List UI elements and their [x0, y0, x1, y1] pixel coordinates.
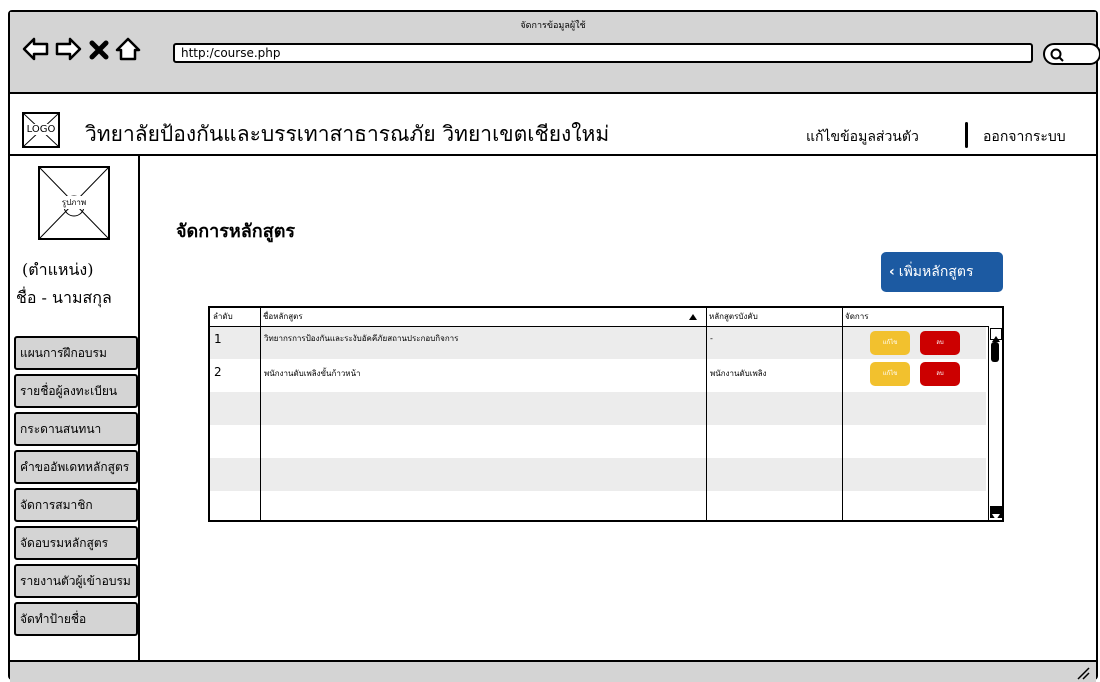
profile-image-placeholder: รูปภาพ [38, 166, 110, 240]
edit-profile-link[interactable]: แก้ไขข้อมูลส่วนตัว [806, 126, 919, 148]
sidebar-item-manage-members[interactable]: จัดการสมาชิก [14, 488, 138, 522]
cell-prerequisite: - [710, 334, 713, 343]
add-course-label: เพิ่มหลักสูตร [898, 264, 974, 280]
resize-grip-icon[interactable] [1076, 666, 1090, 680]
delete-button[interactable]: ลบ [920, 362, 960, 386]
profile-image-label: รูปภาพ [58, 196, 90, 209]
sidebar: รูปภาพ (ตำแหน่ง) ชื่อ - นามสกุล แผนการฝึ… [10, 156, 140, 660]
logo-text: LOGO [26, 124, 56, 135]
cell-course-name: วิทยากรการป้องกันและระงับอัคคีภัยสถานประ… [264, 334, 459, 343]
url-bar[interactable]: http:/course.php [173, 43, 1033, 63]
sidebar-item-training-plan[interactable]: แผนการฝึกอบรม [14, 336, 138, 370]
search-icon [1050, 48, 1064, 62]
sort-ascending-icon[interactable] [688, 313, 698, 321]
table-row[interactable]: 1 วิทยากรการป้องกันและระงับอัคคีภัยสถานป… [210, 326, 986, 359]
cell-order: 1 [214, 332, 222, 346]
status-bar [10, 660, 1096, 682]
header-divider [965, 122, 968, 148]
home-icon[interactable] [114, 36, 141, 62]
sidebar-item-organize-training[interactable]: จัดอบรมหลักสูตร [14, 526, 138, 560]
scroll-thumb[interactable] [991, 342, 999, 362]
sidebar-item-course-update-requests[interactable]: คำขออัพเดทหลักสูตร [14, 450, 138, 484]
sidebar-item-discussion-board[interactable]: กระดานสนทนา [14, 412, 138, 446]
row-stripe [210, 458, 986, 491]
search-field[interactable] [1043, 43, 1100, 65]
chevron-left-icon: ‹ [889, 264, 895, 280]
user-position: (ตำแหน่ง) [22, 260, 94, 279]
sidebar-item-attendee-checkin[interactable]: รายงานตัวผู้เข้าอบรม [14, 564, 138, 598]
add-course-button[interactable]: ‹ เพิ่มหลักสูตร [881, 252, 1003, 292]
course-table: ลำดับ ชื่อหลักสูตร หลักสูตรบังคับ จัดการ… [208, 306, 1004, 522]
row-stripe [210, 392, 986, 425]
page-title: จัดการหลักสูตร [176, 221, 296, 242]
back-arrow-icon[interactable] [22, 36, 49, 62]
browser-toolbar: จัดการข้อมูลผู้ใช้ http:/course.php [10, 12, 1100, 94]
header-course-name[interactable]: ชื่อหลักสูตร [260, 308, 706, 326]
header-prerequisite[interactable]: หลักสูตรบังคับ [706, 308, 842, 326]
logout-link[interactable]: ออกจากระบบ [983, 126, 1066, 148]
window-title: จัดการข้อมูลผู้ใช้ [520, 21, 586, 31]
sidebar-item-registrants[interactable]: รายชื่อผู้ลงทะเบียน [14, 374, 138, 408]
header-manage[interactable]: จัดการ [842, 308, 988, 326]
sidebar-menu: แผนการฝึกอบรม รายชื่อผู้ลงทะเบียน กระดาน… [14, 336, 138, 640]
edit-button[interactable]: แก้ไข [870, 331, 910, 355]
close-icon[interactable] [88, 36, 114, 62]
header-order[interactable]: ลำดับ [210, 308, 260, 326]
forward-arrow-icon[interactable] [54, 36, 82, 62]
cell-order: 2 [214, 365, 222, 379]
edit-button[interactable]: แก้ไข [870, 362, 910, 386]
sidebar-item-name-tags[interactable]: จัดทำป้ายชื่อ [14, 602, 138, 636]
table-scrollbar[interactable] [988, 326, 1002, 520]
cell-course-name: พนักงานดับเพลิงขั้นก้าวหน้า [264, 369, 361, 378]
table-header: ลำดับ ชื่อหลักสูตร หลักสูตรบังคับ จัดการ [210, 308, 1002, 327]
user-name: ชื่อ - นามสกุล [16, 288, 112, 307]
browser-window: จัดการข้อมูลผู้ใช้ http:/course.php LOGO… [8, 10, 1100, 682]
college-name: วิทยาลัยป้องกันและบรรเทาสาธารณภัย วิทยาเ… [85, 122, 610, 146]
delete-button[interactable]: ลบ [920, 331, 960, 355]
cell-prerequisite: พนักงานดับเพลิง [710, 369, 767, 378]
scroll-down-arrow-icon[interactable] [990, 506, 1002, 520]
table-row[interactable]: 2 พนักงานดับเพลิงขั้นก้าวหน้า พนักงานดับ… [210, 359, 986, 392]
main-content: จัดการหลักสูตร ‹ เพิ่มหลักสูตร ลำดับ ชื่อ… [140, 156, 1096, 660]
scroll-up-arrow-icon[interactable] [990, 328, 1002, 342]
logo-placeholder: LOGO [22, 112, 60, 148]
site-header: LOGO วิทยาลัยป้องกันและบรรเทาสาธารณภัย ว… [10, 94, 1096, 156]
